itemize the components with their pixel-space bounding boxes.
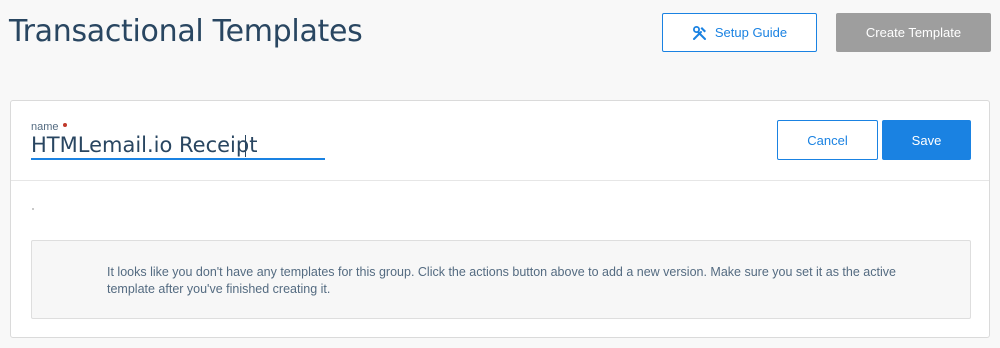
setup-guide-button[interactable]: Setup Guide: [662, 13, 817, 52]
create-template-label: Create Template: [865, 25, 962, 40]
create-template-button[interactable]: Create Template: [836, 13, 991, 52]
tools-icon: [692, 25, 708, 41]
template-name-input[interactable]: [31, 132, 325, 160]
cancel-button[interactable]: Cancel: [777, 120, 878, 160]
save-button[interactable]: Save: [882, 120, 971, 160]
text-cursor: [245, 135, 246, 157]
empty-templates-message: It looks like you don't have any templat…: [107, 265, 896, 296]
page-title: Transactional Templates: [9, 14, 363, 49]
template-group-card: name Cancel Save It looks like you don't…: [10, 100, 990, 338]
empty-templates-notice: It looks like you don't have any templat…: [31, 240, 971, 319]
template-name-header: name Cancel Save: [11, 101, 989, 181]
cancel-label: Cancel: [807, 132, 848, 148]
divider-dot: [32, 208, 34, 210]
save-label: Save: [911, 132, 942, 148]
setup-guide-label: Setup Guide: [714, 25, 788, 40]
required-indicator: [62, 123, 67, 127]
